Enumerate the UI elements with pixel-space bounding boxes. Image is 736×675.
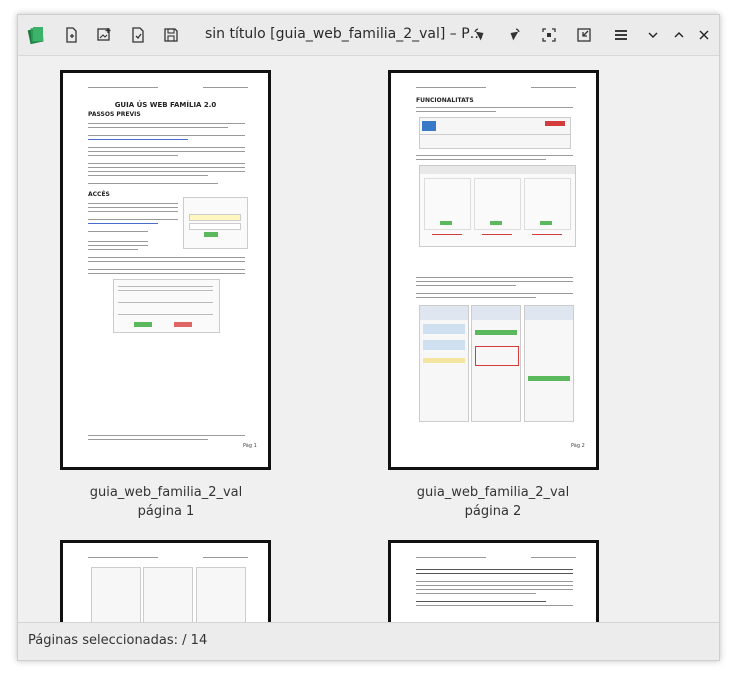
selected-pages-status: Páginas seleccionadas: / 14	[28, 633, 207, 648]
page-2-number: página 2	[464, 504, 522, 519]
page-2-header-screenshot	[419, 117, 571, 149]
page-thumbnail-3[interactable]	[60, 540, 271, 622]
app-window: sin título [guia_web_familia_2_val] – P…	[17, 14, 720, 661]
page-1-number: página 1	[137, 504, 195, 519]
page-1-footer: Pàg 1	[243, 443, 257, 449]
zoom-fit-icon[interactable]	[539, 25, 559, 45]
window-title: sin título [guia_web_familia_2_val] – P…	[205, 26, 484, 42]
app-logo-icon	[26, 25, 46, 45]
zoom-reduce-icon[interactable]	[574, 25, 594, 45]
page-2-mobile-screenshot-2	[471, 305, 521, 422]
page-1-caption: guia_web_familia_2_val página 1	[36, 483, 296, 521]
selected-pages-count: / 14	[182, 633, 208, 648]
menu-icon[interactable]	[611, 25, 631, 45]
page-2-mobile-screenshot-1	[419, 305, 469, 422]
page-thumbnail-1[interactable]: GUIA ÚS WEB FAMÍLIA 2.0 PASSOS PREVIS AC…	[60, 70, 271, 470]
maximize-icon[interactable]	[669, 25, 689, 45]
add-image-icon[interactable]	[94, 25, 114, 45]
page-2-heading: FUNCIONALITATS	[416, 97, 474, 104]
save-icon[interactable]	[161, 25, 181, 45]
rotate-right-icon[interactable]	[504, 25, 524, 45]
page-2-caption: guia_web_familia_2_val página 2	[363, 483, 623, 521]
page-thumbnail-2[interactable]: FUNCIONALITATS Pàg 2	[388, 70, 599, 470]
page-2-filename: guia_web_familia_2_val	[416, 485, 570, 500]
minimize-icon[interactable]	[643, 25, 663, 45]
page-2-form-screenshot	[419, 165, 576, 247]
close-icon[interactable]	[694, 25, 714, 45]
rotate-left-icon[interactable]	[470, 25, 490, 45]
page-1-login-box	[183, 197, 248, 249]
page-2-footer: Pàg 2	[571, 443, 585, 449]
page-thumbnails-area[interactable]: GUIA ÚS WEB FAMÍLIA 2.0 PASSOS PREVIS AC…	[18, 56, 719, 622]
title-bar: sin título [guia_web_familia_2_val] – P…	[18, 15, 719, 56]
page-2-mobile-screenshot-3	[524, 305, 574, 422]
page-1-dialog	[113, 279, 220, 333]
page-1-section: PASSOS PREVIS	[88, 111, 141, 118]
selected-pages-label: Páginas seleccionadas:	[28, 633, 179, 648]
page-1-filename: guia_web_familia_2_val	[89, 485, 243, 500]
export-icon[interactable]	[128, 25, 148, 45]
new-document-icon[interactable]	[61, 25, 81, 45]
status-bar: Páginas seleccionadas: / 14	[18, 622, 719, 660]
page-thumbnail-4[interactable]	[388, 540, 599, 622]
page-1-section-2: ACCÉS	[88, 191, 110, 198]
page-1-heading: GUIA ÚS WEB FAMÍLIA 2.0	[114, 101, 217, 109]
